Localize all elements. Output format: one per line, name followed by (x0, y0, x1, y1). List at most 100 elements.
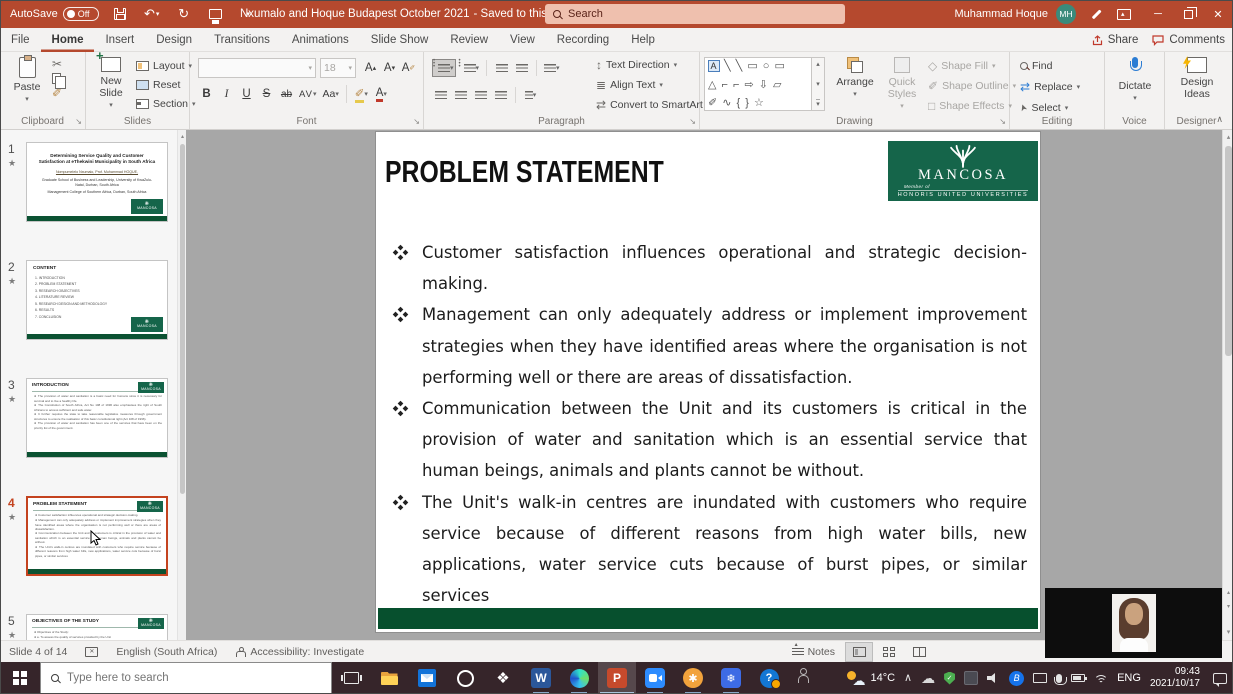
slide-title[interactable]: PROBLEM STATEMENT (385, 154, 733, 190)
copy-button[interactable] (52, 73, 61, 84)
minimize-button[interactable]: ─ (1143, 0, 1173, 28)
show-hidden-icons-button[interactable]: ∧ (904, 673, 912, 684)
layout-button[interactable]: Layout▾ (136, 57, 196, 74)
get-help-button[interactable]: ? (750, 662, 788, 694)
change-case-button[interactable]: Aa▾ (321, 85, 339, 103)
main-scrollbar[interactable]: ▴ ▴ ▾ ▾ (1222, 130, 1233, 640)
microphone-tray-icon[interactable] (1056, 674, 1062, 683)
align-right-button[interactable] (472, 86, 489, 104)
thumbnail-scrollbar[interactable]: ▴ (177, 130, 186, 640)
inking-icon[interactable] (1090, 8, 1103, 21)
shapes-row-3[interactable]: ✐ ∿ { } ☆ (708, 96, 765, 109)
slide-sorter-view-button[interactable] (875, 642, 903, 662)
replace-button[interactable]: ⇄Replace▾ (1020, 78, 1080, 95)
columns-button[interactable]: ▾ (522, 86, 539, 104)
snowflake-app-button[interactable]: ❄ (712, 662, 750, 694)
autosave-toggle[interactable]: AutoSave Off (10, 7, 99, 21)
titlebar-search[interactable] (545, 4, 845, 24)
numbering-button[interactable]: ▾ (459, 59, 481, 77)
select-button[interactable]: ➤Select▾ (1020, 99, 1080, 116)
mail-app-button[interactable] (408, 662, 446, 694)
align-center-button[interactable] (452, 86, 469, 104)
italic-button[interactable]: I (218, 85, 235, 103)
thumbnail-slide-1[interactable]: Determining Service Quality and Customer… (26, 142, 168, 222)
restore-button[interactable] (1173, 0, 1203, 28)
next-slide-button[interactable]: ▾ (1223, 605, 1233, 610)
powerpoint-app-button[interactable]: P (598, 662, 636, 694)
shapes-row-1[interactable]: ╲ ╲ ▭ ○ ▭ (724, 59, 786, 72)
slide-body-text[interactable]: Customer satisfaction influences operati… (389, 237, 1027, 611)
strikethrough-button[interactable]: S (258, 85, 275, 103)
paste-button[interactable]: Paste ▾ (8, 52, 46, 104)
word-app-button[interactable]: W (522, 662, 560, 694)
thumbnail-slide-5[interactable]: OBJECTIVES OF THE STUDY ❋MANCOSA Objecti… (26, 614, 168, 640)
tab-design[interactable]: Design (145, 28, 203, 52)
accessibility-checker[interactable]: Accessibility: Investigate (226, 641, 373, 663)
scroll-up-icon[interactable]: ▴ (816, 60, 820, 68)
reading-view-button[interactable] (905, 642, 933, 662)
start-button[interactable] (0, 662, 40, 694)
shape-effects-button[interactable]: □Shape Effects▾ (928, 97, 1016, 114)
orange-app-button[interactable]: ✱ (674, 662, 712, 694)
undo-button[interactable]: ↶▾ (141, 3, 163, 25)
shape-outline-button[interactable]: ✐Shape Outline▾ (928, 77, 1016, 94)
dictate-button[interactable]: Dictate ▾ (1113, 52, 1157, 103)
align-text-button[interactable]: ≣Align Text▾ (596, 76, 710, 93)
slide-counter[interactable]: Slide 4 of 14 (0, 641, 76, 663)
find-button[interactable]: Find (1020, 57, 1080, 74)
collapse-ribbon-button[interactable]: ∧ (1216, 114, 1223, 125)
bold-button[interactable]: B (198, 85, 215, 103)
clear-formatting-button[interactable]: A✐ (400, 59, 417, 77)
weather-widget[interactable]: ☁ 14°C (847, 671, 895, 685)
underline-button[interactable]: U (238, 85, 255, 103)
increase-indent-button[interactable] (513, 59, 530, 77)
edge-browser-button[interactable] (560, 662, 598, 694)
text-highlight-button[interactable]: ✐▾ (353, 85, 370, 103)
save-button[interactable] (109, 3, 131, 25)
presenter-webcam-video[interactable] (1045, 588, 1222, 658)
search-input[interactable] (568, 8, 818, 20)
tablet-icon[interactable] (1033, 673, 1047, 683)
thumbnail-slide-4-selected[interactable]: PROBLEM STATEMENT ❋MANCOSA Customer sati… (26, 496, 168, 576)
redo-button[interactable]: ↻ (173, 3, 195, 25)
drawing-dialog-launcher[interactable]: ↘ (999, 117, 1006, 126)
character-spacing-button[interactable]: AV▾ (298, 85, 318, 103)
text-box-icon[interactable]: A (708, 60, 720, 72)
bluetooth-icon[interactable]: B (1009, 671, 1024, 686)
onedrive-icon[interactable]: ☁ (921, 671, 935, 685)
align-left-button[interactable] (432, 86, 449, 104)
more-shapes-icon[interactable]: ▾ (816, 99, 820, 108)
scroll-down-icon[interactable]: ▾ (816, 80, 820, 88)
scroll-up-icon[interactable]: ▴ (179, 133, 186, 140)
action-center-icon[interactable] (1213, 673, 1227, 684)
tab-transitions[interactable]: Transitions (203, 28, 281, 52)
file-explorer-button[interactable] (370, 662, 408, 694)
close-button[interactable]: ✕ (1203, 0, 1233, 28)
video-meeting-app-button[interactable] (636, 662, 674, 694)
grow-font-button[interactable]: A▴ (362, 59, 379, 77)
convert-smartart-button[interactable]: ⇄Convert to SmartArt▾ (596, 96, 710, 113)
clock[interactable]: 09:43 2021/10/17 (1150, 666, 1200, 691)
notes-button[interactable]: Notes (784, 641, 843, 663)
dropbox-button[interactable]: ❖ (484, 662, 522, 694)
scrollbar-thumb[interactable] (1225, 146, 1232, 356)
tab-view[interactable]: View (499, 28, 546, 52)
tab-file[interactable]: File (0, 28, 41, 52)
user-name[interactable]: Muhammad Hoque (954, 8, 1048, 20)
speaker-icon[interactable] (987, 673, 1000, 683)
shape-fill-button[interactable]: ◇Shape Fill▾ (928, 57, 1016, 74)
reset-button[interactable]: Reset (136, 76, 196, 93)
scrollbar-thumb[interactable] (180, 144, 185, 494)
shapes-gallery[interactable]: A╲ ╲ ▭ ○ ▭ △ ⌐ ⌐ ⇨ ⇩ ▱ ✐ ∿ { } ☆ (704, 57, 812, 111)
mancosa-logo[interactable]: MANCOSA Member of HONORIS UNITED UNIVERS… (888, 141, 1038, 201)
language-button[interactable]: English (South Africa) (107, 641, 226, 663)
arrange-button[interactable]: Arrange ▾ (832, 52, 878, 99)
comments-button[interactable]: Comments (1152, 34, 1225, 46)
share-button[interactable]: Share (1092, 34, 1139, 46)
new-slide-button[interactable]: New Slide ▾ (90, 52, 132, 110)
task-view-button[interactable] (332, 662, 370, 694)
tray-app-icon[interactable] (964, 671, 978, 685)
spell-check-button[interactable]: ✕ (76, 641, 107, 663)
bullets-button[interactable]: ▾ (432, 59, 456, 77)
design-ideas-button[interactable]: Design Ideas (1173, 52, 1221, 100)
